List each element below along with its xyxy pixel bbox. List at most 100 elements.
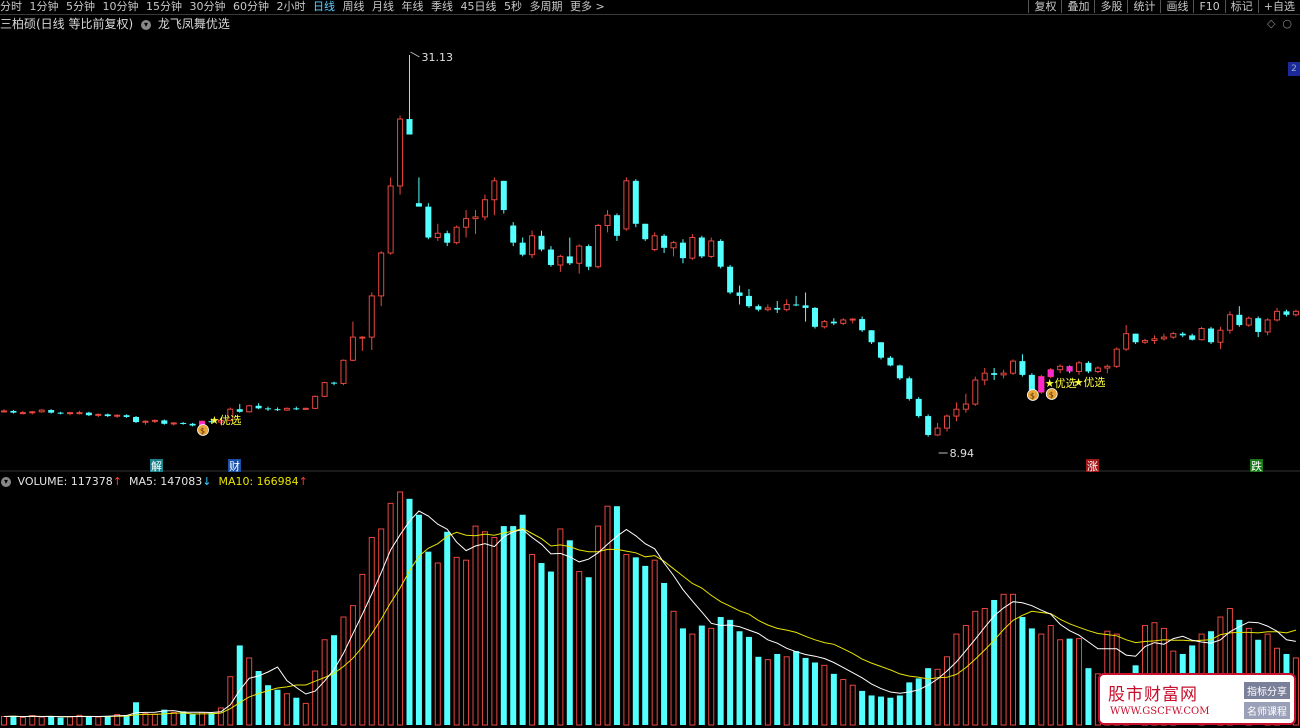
volume-bar xyxy=(1010,593,1017,726)
volume-bar xyxy=(1047,625,1054,726)
candle-body xyxy=(547,249,554,265)
candle-body xyxy=(387,185,394,254)
candle-body xyxy=(1000,372,1007,376)
candle-body xyxy=(642,223,649,240)
candle-body xyxy=(1113,348,1120,367)
candle-body xyxy=(1264,319,1271,333)
candle-body xyxy=(1226,314,1233,331)
candle-body xyxy=(133,416,140,423)
volume-bar xyxy=(632,557,639,725)
volume-bar xyxy=(576,571,583,726)
volume-bar xyxy=(519,514,526,725)
volume-bar xyxy=(915,678,922,725)
kline-chart[interactable]: 31.138.94★优选★优选★优选$$ $解财涨跌 xyxy=(0,0,1300,728)
vol-dir: ↑ xyxy=(112,475,122,488)
candle-body xyxy=(529,235,536,256)
volume-bar xyxy=(698,625,705,725)
candle-body xyxy=(95,413,102,416)
volume-bar xyxy=(557,528,564,726)
candle-body xyxy=(161,420,168,424)
volume-bar xyxy=(859,690,866,725)
volume-bar xyxy=(755,656,762,725)
volume-bar xyxy=(953,633,960,726)
volume-bar xyxy=(566,540,573,725)
volume-bar xyxy=(868,695,875,725)
money-bag-icon: $ xyxy=(1030,392,1035,401)
candle-body xyxy=(378,252,385,297)
volume-bar xyxy=(595,525,602,726)
high-price-label: 31.13 xyxy=(421,51,453,64)
volume-bar xyxy=(689,633,696,726)
event-marker-label: 涨 xyxy=(1087,460,1098,473)
candle-body xyxy=(1292,310,1299,316)
volume-bar xyxy=(972,610,979,726)
candle-body xyxy=(661,235,668,248)
volume-bar xyxy=(340,616,347,726)
candle-body xyxy=(962,403,969,410)
volume-bar xyxy=(38,716,45,726)
candle-body xyxy=(1132,333,1139,343)
candle-body xyxy=(434,232,441,239)
volume-bar xyxy=(944,656,950,726)
candle-body xyxy=(425,206,432,238)
candle-body xyxy=(38,409,45,413)
candle-body xyxy=(293,408,300,410)
volume-bar xyxy=(774,653,781,725)
candle-body xyxy=(896,365,903,379)
volume-bar xyxy=(821,664,828,726)
candle-body xyxy=(915,398,922,417)
candle-body xyxy=(359,336,366,339)
vol-value: 117378 xyxy=(70,475,113,488)
candle-body xyxy=(1142,340,1149,343)
volume-bar xyxy=(811,662,818,725)
candle-body xyxy=(151,419,158,422)
volume-bar xyxy=(151,713,158,726)
watermark-url: WWW.GSCFW.COM xyxy=(1110,706,1210,717)
candle-body xyxy=(925,416,932,435)
volume-bar xyxy=(67,716,74,726)
candle-body xyxy=(604,214,611,226)
candle-body xyxy=(255,405,262,409)
volume-bar xyxy=(585,577,592,725)
volume-bar xyxy=(727,619,734,725)
candle-body xyxy=(849,318,856,321)
volume-toggle-icon[interactable]: ▾ xyxy=(1,477,11,487)
volume-bar xyxy=(623,554,630,726)
candle-body xyxy=(1160,336,1167,340)
volume-bar xyxy=(745,636,752,725)
candle-body xyxy=(1208,328,1215,343)
volume-bar xyxy=(95,716,102,726)
volume-bar xyxy=(349,605,356,726)
watermark-title: 股市财富网 xyxy=(1108,685,1198,705)
candle-body xyxy=(1189,335,1196,340)
volume-bar xyxy=(142,713,149,726)
volume-bar xyxy=(246,657,253,726)
candle-body xyxy=(57,412,64,414)
candle-body xyxy=(1198,328,1205,341)
candle-body xyxy=(840,319,847,324)
volume-bar xyxy=(547,571,554,725)
volume-bar xyxy=(538,563,545,725)
signal-label: ★优选 xyxy=(209,414,241,427)
volume-bar xyxy=(802,657,809,725)
ma10-label: MA10: xyxy=(218,475,254,488)
volume-bar xyxy=(877,696,884,725)
volume-bar xyxy=(887,697,894,725)
candle-body xyxy=(783,303,790,311)
candle-body xyxy=(717,240,724,267)
volume-bar xyxy=(491,536,498,726)
signal-label: ★优选 xyxy=(1074,376,1106,389)
volume-bar xyxy=(236,645,243,725)
candle-body xyxy=(1104,365,1111,369)
candle-body xyxy=(991,373,998,375)
candle-body xyxy=(104,414,111,417)
candle-body xyxy=(1170,333,1177,338)
volume-bar xyxy=(793,651,800,725)
volume-bar xyxy=(1057,639,1064,726)
ma5-label: MA5: xyxy=(129,475,157,488)
candle-body xyxy=(85,412,92,416)
volume-bar xyxy=(283,693,290,726)
candle-body xyxy=(774,307,781,310)
signal-candle xyxy=(1038,376,1045,393)
watermark-tag-course: 名师课程 xyxy=(1244,702,1290,719)
